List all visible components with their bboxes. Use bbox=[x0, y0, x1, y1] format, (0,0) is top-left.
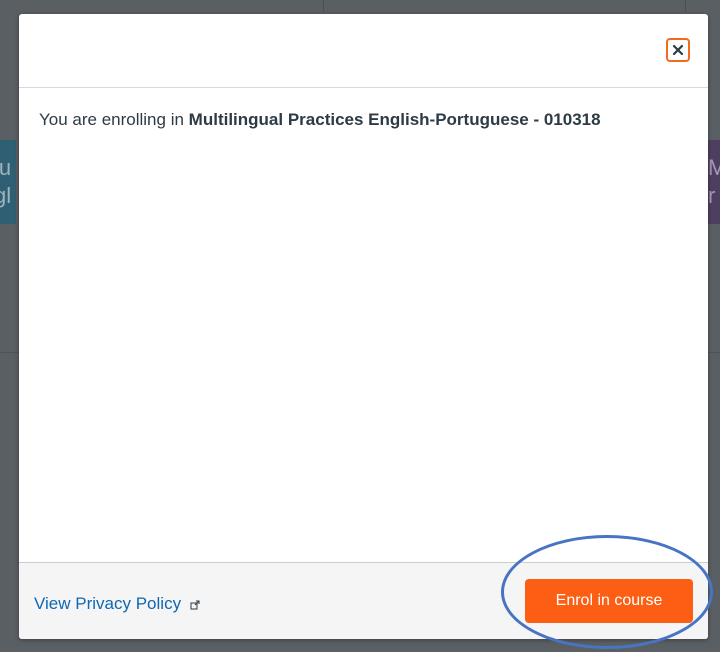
background-card-text: lu gl bbox=[0, 155, 12, 208]
background-divider bbox=[323, 0, 324, 12]
close-button[interactable] bbox=[666, 38, 690, 62]
external-link-icon bbox=[190, 594, 200, 616]
enrol-course-button[interactable]: Enrol in course bbox=[525, 579, 693, 623]
course-name: Multilingual Practices English-Portugues… bbox=[188, 110, 601, 129]
privacy-policy-label: View Privacy Policy bbox=[34, 594, 182, 613]
dialog-body: You are enrolling in Multilingual Practi… bbox=[19, 88, 708, 562]
enroll-message-prefix: You are enrolling in bbox=[39, 110, 184, 129]
background-card-text: M r bbox=[708, 155, 720, 208]
dialog-footer: View Privacy Policy Enrol in course bbox=[19, 562, 708, 639]
privacy-policy-link[interactable]: View Privacy Policy bbox=[34, 593, 200, 616]
close-icon bbox=[672, 44, 684, 56]
dialog-header bbox=[19, 14, 708, 88]
enroll-dialog: You are enrolling in Multilingual Practi… bbox=[19, 14, 708, 639]
enroll-message: You are enrolling in Multilingual Practi… bbox=[39, 109, 601, 131]
background-divider bbox=[685, 0, 686, 12]
background-course-card-left: lu gl bbox=[0, 140, 16, 224]
